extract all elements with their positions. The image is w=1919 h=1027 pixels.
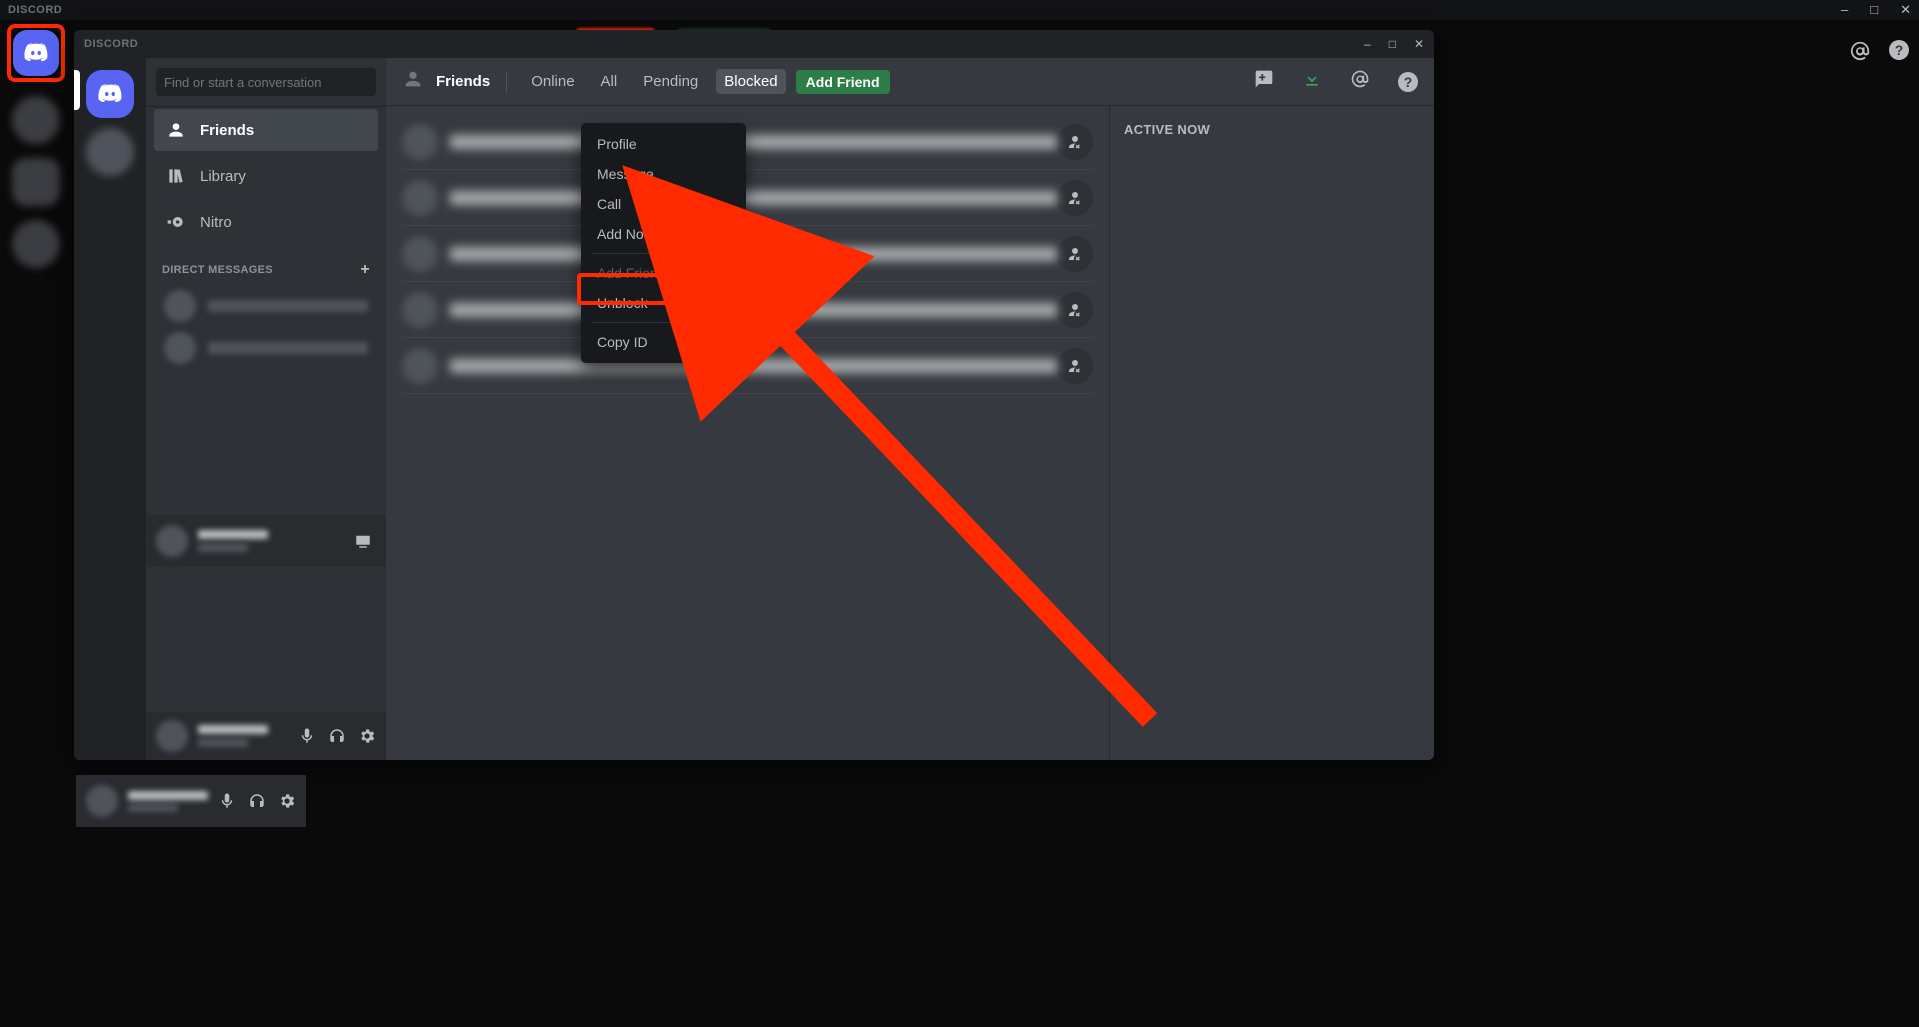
- download-icon[interactable]: [1302, 69, 1322, 94]
- avatar: [402, 348, 438, 384]
- outer-title: DISCORD: [8, 4, 62, 16]
- avatar[interactable]: [156, 525, 188, 557]
- tab-pending[interactable]: Pending: [635, 69, 706, 94]
- search-input[interactable]: [156, 68, 376, 96]
- nitro-icon: [166, 212, 186, 232]
- blocked-username: [450, 135, 1057, 149]
- maximize-icon[interactable]: □: [1389, 37, 1396, 51]
- server-icon-outer[interactable]: [12, 158, 60, 206]
- minimize-icon[interactable]: –: [1364, 37, 1371, 51]
- server-icon-outer[interactable]: [12, 220, 60, 268]
- blocked-username: [450, 303, 1057, 317]
- unblock-button[interactable]: [1057, 180, 1093, 216]
- avatar[interactable]: [156, 720, 188, 752]
- avatar: [402, 180, 438, 216]
- ctx-message[interactable]: Message: [587, 159, 740, 189]
- mic-icon[interactable]: [218, 792, 236, 810]
- home-button-highlight-outer: [7, 24, 65, 82]
- friends-icon: [166, 120, 186, 140]
- nav-nitro[interactable]: Nitro: [154, 201, 378, 243]
- discord-logo-icon: [97, 81, 123, 107]
- ctx-add-note[interactable]: Add Note: [587, 219, 740, 249]
- blocked-user-row[interactable]: [402, 338, 1093, 394]
- inner-title: DISCORD: [84, 38, 138, 50]
- nav-nitro-label: Nitro: [200, 214, 232, 231]
- new-group-dm-icon[interactable]: [1254, 69, 1274, 94]
- blocked-username: [450, 247, 1057, 261]
- avatar: [402, 236, 438, 272]
- user-info: [198, 725, 288, 747]
- friends-icon: [402, 68, 424, 95]
- avatar[interactable]: [86, 785, 118, 817]
- unblock-button[interactable]: [1057, 124, 1093, 160]
- context-menu: Profile Message Call Add Note Add Friend…: [581, 123, 746, 363]
- mentions-icon[interactable]: [1350, 69, 1370, 94]
- ctx-profile[interactable]: Profile: [587, 129, 740, 159]
- avatar: [402, 292, 438, 328]
- help-icon[interactable]: ?: [1398, 72, 1418, 92]
- minimize-icon[interactable]: –: [1841, 2, 1848, 18]
- create-dm-icon[interactable]: +: [360, 261, 370, 279]
- library-icon: [166, 166, 186, 186]
- unblock-button[interactable]: [1057, 348, 1093, 384]
- dm-item[interactable]: [154, 286, 378, 326]
- gear-icon[interactable]: [358, 727, 376, 745]
- home-button[interactable]: [86, 70, 134, 118]
- avatar: [402, 124, 438, 160]
- ctx-call[interactable]: Call: [587, 189, 740, 219]
- home-button-outer[interactable]: [13, 30, 59, 76]
- blocked-username: [450, 359, 1057, 373]
- add-friend-button[interactable]: Add Friend: [796, 70, 890, 94]
- ctx-unblock[interactable]: Unblock: [587, 288, 740, 318]
- server-icon-outer[interactable]: [12, 96, 60, 144]
- screenshare-icon[interactable]: [354, 532, 372, 550]
- unblock-button[interactable]: [1057, 292, 1093, 328]
- headset-icon[interactable]: [248, 792, 266, 810]
- maximize-icon[interactable]: □: [1870, 2, 1878, 18]
- topbar-friends-label: Friends: [436, 73, 490, 90]
- nav-friends[interactable]: Friends: [154, 109, 378, 151]
- divider: [506, 71, 507, 93]
- tab-online[interactable]: Online: [523, 69, 582, 94]
- blocked-user-row[interactable]: [402, 282, 1093, 338]
- active-now-header: ACTIVE NOW: [1124, 122, 1420, 137]
- user-info: [198, 530, 344, 552]
- close-icon[interactable]: ✕: [1414, 37, 1424, 51]
- blocked-username: [450, 191, 1057, 205]
- tab-blocked[interactable]: Blocked: [716, 69, 785, 94]
- dm-item[interactable]: [154, 328, 378, 368]
- nav-friends-label: Friends: [200, 122, 254, 139]
- mentions-icon[interactable]: [1849, 40, 1871, 67]
- close-icon[interactable]: ✕: [1900, 2, 1911, 18]
- gear-icon[interactable]: [278, 792, 296, 810]
- headset-icon[interactable]: [328, 727, 346, 745]
- ctx-add-friend: Add Friend: [587, 258, 740, 288]
- ctx-separator: [591, 253, 736, 254]
- unblock-button[interactable]: [1057, 236, 1093, 272]
- server-icon[interactable]: [86, 128, 134, 176]
- discord-logo-icon: [23, 40, 49, 66]
- blocked-user-row[interactable]: [402, 226, 1093, 282]
- nav-library-label: Library: [200, 168, 246, 185]
- help-icon[interactable]: ?: [1889, 40, 1909, 67]
- blocked-user-row[interactable]: [402, 114, 1093, 170]
- dm-header: DIRECT MESSAGES: [162, 264, 273, 276]
- tab-all[interactable]: All: [593, 69, 626, 94]
- ctx-copy-id[interactable]: Copy ID: [587, 327, 740, 357]
- selected-pill: [74, 70, 80, 110]
- blocked-user-row[interactable]: [402, 170, 1093, 226]
- nav-library[interactable]: Library: [154, 155, 378, 197]
- ctx-separator: [591, 322, 736, 323]
- mic-icon[interactable]: [298, 727, 316, 745]
